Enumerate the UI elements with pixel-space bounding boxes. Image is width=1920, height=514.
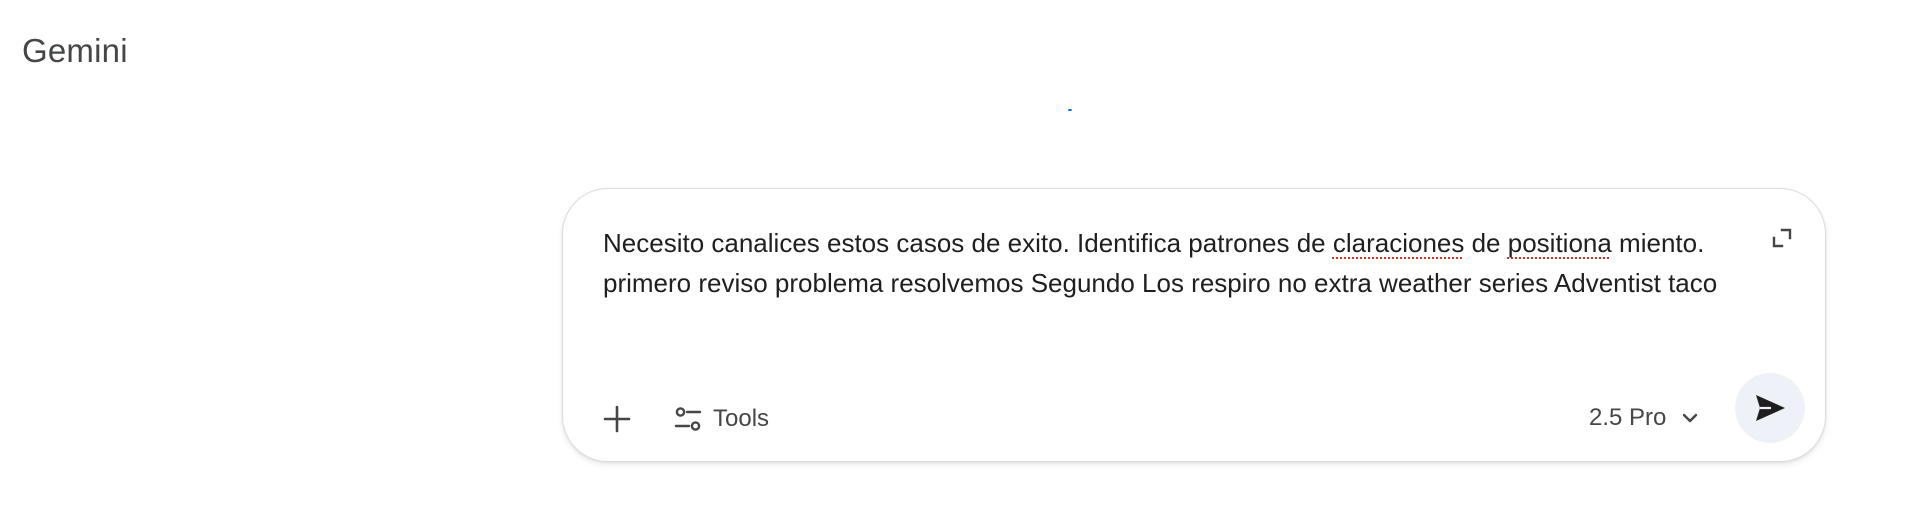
expand-button[interactable] bbox=[1769, 225, 1795, 251]
tune-icon bbox=[674, 407, 702, 431]
tools-button[interactable]: Tools bbox=[673, 395, 769, 443]
misspelled-word[interactable]: positiona bbox=[1508, 228, 1612, 258]
plus-icon bbox=[603, 405, 631, 433]
send-icon bbox=[1756, 395, 1785, 421]
model-selector[interactable]: 2.5 Pro bbox=[1581, 393, 1708, 443]
prompt-text-segment: de bbox=[1464, 228, 1508, 258]
misspelled-word[interactable]: claraciones bbox=[1333, 228, 1465, 258]
prompt-composer: Necesito canalices estos casos de exito.… bbox=[562, 188, 1826, 462]
prompt-input[interactable]: Necesito canalices estos casos de exito.… bbox=[603, 223, 1723, 303]
prompt-text-segment: Necesito canalices estos casos de exito.… bbox=[603, 228, 1333, 258]
expand-icon bbox=[1772, 228, 1792, 248]
send-button[interactable] bbox=[1735, 373, 1805, 443]
chevron-down-icon bbox=[1683, 413, 1698, 423]
add-button[interactable] bbox=[593, 395, 641, 443]
model-selector-value: 2.5 Pro bbox=[1589, 404, 1667, 431]
loading-indicator bbox=[1068, 109, 1072, 111]
tools-label: Tools bbox=[713, 405, 770, 432]
app-title: Gemini bbox=[22, 32, 128, 69]
